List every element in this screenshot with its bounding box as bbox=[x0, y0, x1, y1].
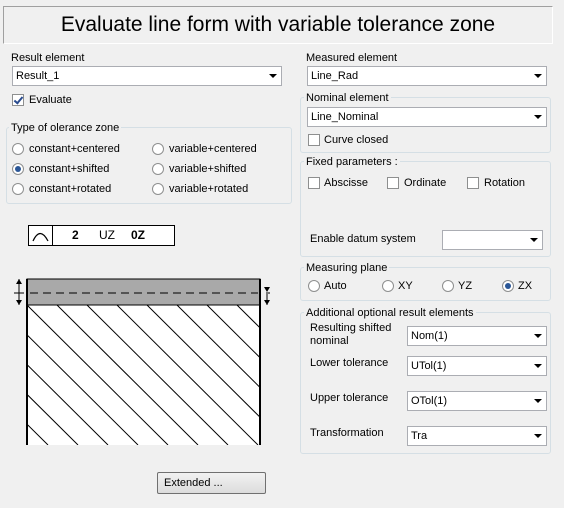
rotation-checkbox[interactable] bbox=[467, 177, 479, 189]
radio-plane-auto-label: Auto bbox=[324, 280, 347, 292]
radio-variable-centered[interactable] bbox=[152, 143, 164, 155]
radio-variable-rotated-label: variable+rotated bbox=[169, 183, 249, 195]
fixed-parameters-label: Fixed parameters : bbox=[304, 156, 400, 168]
shifted-nominal-label-2: nominal bbox=[310, 335, 349, 347]
measured-element-value: Line_Rad bbox=[311, 70, 359, 82]
arc-icon bbox=[29, 226, 53, 245]
nominal-element-combo[interactable]: Line_Nominal bbox=[307, 107, 547, 127]
frame-modifier-0z: 0Z bbox=[131, 228, 146, 242]
ordinate-checkbox[interactable] bbox=[387, 177, 399, 189]
radio-plane-zx[interactable] bbox=[502, 280, 514, 292]
radio-constant-centered[interactable] bbox=[12, 143, 24, 155]
result-element-value: Result_1 bbox=[16, 70, 60, 82]
rotation-label: Rotation bbox=[484, 177, 525, 189]
transformation-value: Tra bbox=[411, 430, 428, 442]
shifted-nominal-combo[interactable]: Nom(1) bbox=[407, 326, 547, 346]
extended-button[interactable]: Extended ... bbox=[157, 472, 266, 494]
dialog-title-box: Evaluate line form with variable toleran… bbox=[3, 6, 553, 44]
result-element-label: Result element bbox=[11, 52, 85, 64]
chevron-down-icon bbox=[534, 74, 542, 78]
shifted-nominal-value: Nom(1) bbox=[411, 330, 448, 342]
chevron-down-icon bbox=[534, 364, 542, 368]
extended-button-label: Extended ... bbox=[164, 477, 223, 489]
chevron-down-icon bbox=[269, 74, 277, 78]
nominal-element-value: Line_Nominal bbox=[311, 111, 379, 123]
frame-value: 2 bbox=[72, 228, 79, 242]
chevron-down-icon bbox=[534, 434, 542, 438]
dialog-title: Evaluate line form with variable toleran… bbox=[60, 13, 496, 36]
radio-variable-shifted[interactable] bbox=[152, 163, 164, 175]
radio-variable-centered-label: variable+centered bbox=[169, 143, 257, 155]
transformation-label: Transformation bbox=[310, 427, 384, 439]
enable-datum-combo[interactable] bbox=[442, 230, 543, 250]
enable-datum-label: Enable datum system bbox=[310, 233, 416, 245]
measured-element-label: Measured element bbox=[306, 52, 398, 64]
radio-plane-yz[interactable] bbox=[442, 280, 454, 292]
curve-closed-checkbox[interactable] bbox=[308, 134, 320, 146]
frame-modifier-uz: UZ bbox=[99, 228, 115, 242]
upper-tolerance-value: OTol(1) bbox=[411, 395, 448, 407]
radio-plane-zx-label: ZX bbox=[518, 280, 533, 292]
measuring-plane-label: Measuring plane bbox=[304, 262, 390, 274]
radio-plane-auto[interactable] bbox=[308, 280, 320, 292]
evaluate-label: Evaluate bbox=[29, 94, 72, 106]
curve-closed-label: Curve closed bbox=[324, 134, 389, 146]
radio-constant-centered-label: constant+centered bbox=[29, 143, 120, 155]
chevron-down-icon bbox=[534, 334, 542, 338]
lower-tolerance-value: UTol(1) bbox=[411, 360, 447, 372]
chevron-down-icon bbox=[534, 399, 542, 403]
radio-plane-yz-label: YZ bbox=[458, 280, 473, 292]
shifted-nominal-label-1: Resulting shifted bbox=[310, 322, 392, 334]
radio-plane-xy-label: XY bbox=[398, 280, 413, 292]
chevron-down-icon bbox=[530, 238, 538, 242]
tolerance-zone-illustration bbox=[14, 278, 270, 445]
result-element-combo[interactable]: Result_1 bbox=[12, 66, 282, 86]
measured-element-combo[interactable]: Line_Rad bbox=[307, 66, 547, 86]
nominal-element-label: Nominal element bbox=[304, 92, 391, 104]
radio-constant-shifted[interactable] bbox=[12, 163, 24, 175]
radio-plane-xy[interactable] bbox=[382, 280, 394, 292]
tolerance-frame: 2 UZ 0Z bbox=[28, 225, 175, 246]
ordinate-label: Ordinate bbox=[404, 177, 447, 189]
chevron-down-icon bbox=[534, 115, 542, 119]
evaluate-checkbox[interactable] bbox=[12, 94, 24, 106]
additional-results-label: Additional optional result elements bbox=[304, 307, 476, 319]
abscisse-checkbox[interactable] bbox=[308, 177, 320, 189]
upper-tolerance-label: Upper tolerance bbox=[310, 392, 389, 404]
radio-variable-rotated[interactable] bbox=[152, 183, 164, 195]
radio-constant-shifted-label: constant+shifted bbox=[29, 163, 110, 175]
abscisse-label: Abscisse bbox=[324, 177, 369, 189]
tolerance-zone-label: Type of olerance zone bbox=[9, 122, 122, 134]
transformation-combo[interactable]: Tra bbox=[407, 426, 547, 446]
radio-constant-rotated[interactable] bbox=[12, 183, 24, 195]
radio-constant-rotated-label: constant+rotated bbox=[29, 183, 112, 195]
upper-tolerance-combo[interactable]: OTol(1) bbox=[407, 391, 547, 411]
lower-tolerance-combo[interactable]: UTol(1) bbox=[407, 356, 547, 376]
lower-tolerance-label: Lower tolerance bbox=[310, 357, 389, 369]
radio-variable-shifted-label: variable+shifted bbox=[169, 163, 247, 175]
